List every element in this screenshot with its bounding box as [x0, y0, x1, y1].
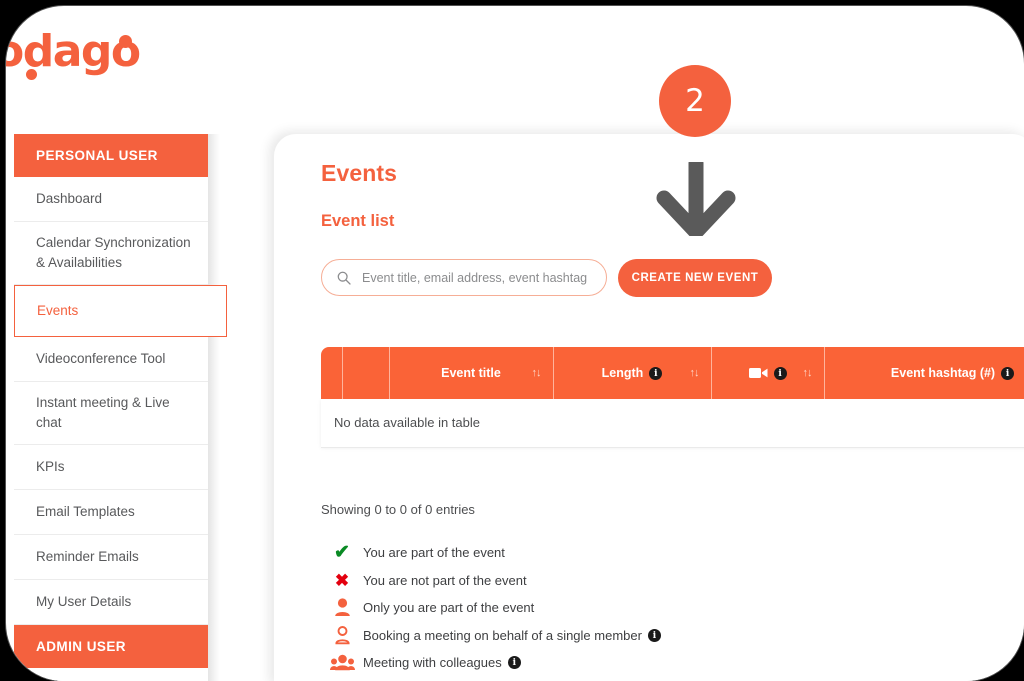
sidebar-item-dashboard[interactable]: Dashboard — [14, 177, 208, 222]
sidebar-shadow — [208, 134, 220, 681]
logo-dot-bottom-icon — [26, 69, 37, 80]
legend-item-part-of-event: ✔ You are part of the event — [321, 539, 921, 567]
logo-dot-top-icon — [119, 35, 132, 48]
sidebar-item-my-user-details[interactable]: My User Details — [14, 580, 208, 625]
table-col-length-label: Length — [601, 366, 644, 380]
step-number-badge: 2 — [659, 65, 731, 137]
search-field-wrapper[interactable] — [321, 259, 607, 296]
legend-label-on-behalf: Booking a meeting on behalf of a single … — [363, 627, 642, 643]
showing-entries-label: Showing 0 to 0 of 0 entries — [321, 502, 475, 517]
table-col-icon — [342, 347, 390, 399]
legend-label-only-you: Only you are part of the event — [363, 600, 535, 616]
table-header-row: Event title ↑↓ Length i ↑↓ i ↑↓ Event ha… — [321, 347, 1024, 399]
legend-item-colleagues: Meeting with colleagues i — [321, 649, 921, 677]
person-outline-icon — [321, 625, 363, 645]
sidebar-navigation: PERSONAL USER Dashboard Calendar Synchro… — [14, 134, 227, 681]
page-title: Events — [321, 160, 398, 186]
app-logo[interactable]: odago — [6, 24, 169, 80]
table-col-event-title[interactable]: Event title ↑↓ — [389, 347, 554, 399]
sidebar-section-header-personal: PERSONAL USER — [14, 134, 208, 177]
sidebar-item-kpis[interactable]: KPIs — [14, 445, 208, 490]
down-arrow-icon — [656, 162, 736, 236]
legend-item-on-behalf: Booking a meeting on behalf of a single … — [321, 622, 921, 650]
sidebar-item-logo-brand-customization[interactable]: Logo & Brand Customization — [14, 668, 208, 681]
cross-icon: ✖ — [334, 570, 350, 590]
sidebar-item-email-templates[interactable]: Email Templates — [14, 490, 208, 535]
table-col-length[interactable]: Length i ↑↓ — [553, 347, 712, 399]
table-col-event-hashtag-label: Event hashtag (#) — [890, 366, 996, 380]
sort-icon-event-title[interactable]: ↑↓ — [532, 367, 542, 379]
events-table-body: No data available in table — [321, 399, 1024, 448]
sidebar-item-instant-meeting[interactable]: Instant meeting & Live chat — [14, 382, 208, 445]
legend-list: ✔ You are part of the event ✖ You are no… — [321, 539, 921, 677]
person-filled-icon — [321, 598, 363, 617]
legend-label-part-of-event: You are part of the event — [363, 545, 505, 561]
legend-label-not-part-of-event: You are not part of the event — [363, 572, 527, 588]
info-icon-videoconference[interactable]: i — [773, 366, 787, 380]
table-col-event-title-label: Event title — [441, 366, 501, 380]
sort-icon-videoconference[interactable]: ↑↓ — [803, 367, 813, 379]
table-empty-message: No data available in table — [321, 399, 1024, 448]
events-table: Event title ↑↓ Length i ↑↓ i ↑↓ Event ha… — [321, 347, 1024, 448]
sidebar-item-events[interactable]: Events — [14, 285, 227, 337]
check-icon: ✔ — [334, 542, 350, 564]
sidebar-section-header-admin: ADMIN USER — [14, 625, 208, 668]
events-table-header: Event title ↑↓ Length i ↑↓ i ↑↓ Event ha… — [321, 347, 1024, 399]
sidebar-item-reminder-emails[interactable]: Reminder Emails — [14, 535, 208, 580]
table-col-event-hashtag[interactable]: Event hashtag (#) i — [824, 347, 1024, 399]
table-col-select — [321, 347, 343, 399]
sidebar-item-calendar-synchronization[interactable]: Calendar Synchronization & Availabilitie… — [14, 222, 208, 285]
info-icon-colleagues[interactable]: i — [507, 656, 521, 670]
legend-item-only-you: Only you are part of the event — [321, 594, 921, 622]
search-icon — [337, 271, 351, 285]
info-icon-length[interactable]: i — [649, 366, 663, 380]
main-content-panel: Events Event list CREATE NEW EVENT Event… — [274, 134, 1024, 681]
app-window: odago PERSONAL USER Dashboard Calendar S… — [6, 6, 1024, 681]
sort-icon-length[interactable]: ↑↓ — [690, 367, 700, 379]
info-icon-event-hashtag[interactable]: i — [1001, 366, 1015, 380]
sidebar-item-videoconference-tool[interactable]: Videoconference Tool — [14, 337, 208, 382]
people-group-icon — [321, 654, 363, 671]
search-input[interactable] — [362, 270, 606, 285]
create-new-event-button[interactable]: CREATE NEW EVENT — [618, 259, 772, 297]
table-col-videoconference[interactable]: i ↑↓ — [711, 347, 825, 399]
info-icon-on-behalf[interactable]: i — [647, 628, 661, 642]
section-title: Event list — [321, 212, 395, 230]
legend-item-not-part-of-event: ✖ You are not part of the event — [321, 567, 921, 595]
legend-label-colleagues: Meeting with colleagues — [363, 655, 502, 671]
video-camera-icon — [748, 368, 767, 378]
table-row-empty: No data available in table — [321, 399, 1024, 448]
